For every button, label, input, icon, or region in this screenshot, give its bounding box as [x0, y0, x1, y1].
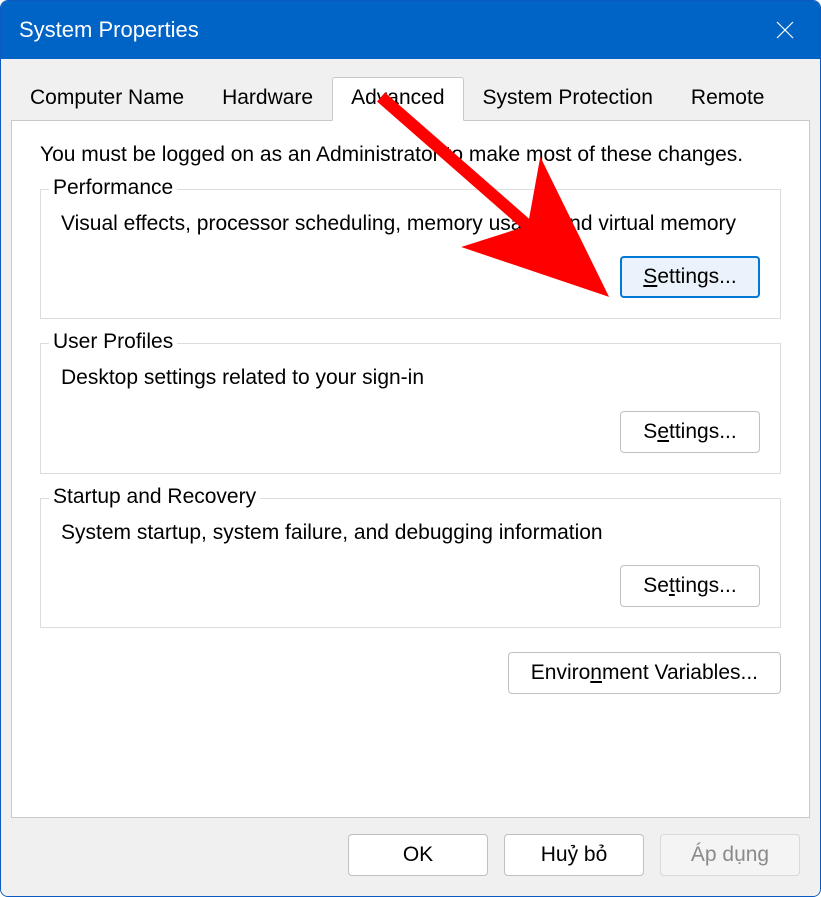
- performance-desc: Visual effects, processor scheduling, me…: [61, 210, 760, 238]
- startup-recovery-settings-button[interactable]: Settings...: [620, 565, 760, 607]
- performance-group: Performance Visual effects, processor sc…: [40, 189, 781, 319]
- cancel-button[interactable]: Huỷ bỏ: [504, 834, 644, 876]
- env-variables-row: Environment Variables...: [40, 652, 781, 694]
- user-profiles-legend: User Profiles: [49, 330, 177, 354]
- ok-button[interactable]: OK: [348, 834, 488, 876]
- tab-remote[interactable]: Remote: [672, 77, 784, 120]
- performance-button-row: Settings...: [61, 256, 760, 298]
- environment-variables-button[interactable]: Environment Variables...: [508, 652, 781, 694]
- advanced-panel: You must be logged on as an Administrato…: [11, 120, 810, 818]
- tab-computer-name[interactable]: Computer Name: [11, 77, 203, 120]
- tab-hardware[interactable]: Hardware: [203, 77, 332, 120]
- titlebar: System Properties: [1, 1, 820, 59]
- user-profiles-settings-button[interactable]: Settings...: [620, 411, 760, 453]
- system-properties-window: System Properties Computer Name Hardware…: [0, 0, 821, 897]
- admin-notice: You must be logged on as an Administrato…: [40, 143, 781, 167]
- tab-strip: Computer Name Hardware Advanced System P…: [11, 77, 810, 120]
- close-icon: [775, 20, 795, 40]
- user-profiles-group: User Profiles Desktop settings related t…: [40, 343, 781, 473]
- user-profiles-button-row: Settings...: [61, 411, 760, 453]
- startup-recovery-button-row: Settings...: [61, 565, 760, 607]
- tab-system-protection[interactable]: System Protection: [464, 77, 672, 120]
- close-button[interactable]: [750, 1, 820, 59]
- performance-settings-button[interactable]: Settings...: [620, 256, 760, 298]
- startup-recovery-desc: System startup, system failure, and debu…: [61, 519, 760, 547]
- tab-advanced[interactable]: Advanced: [332, 77, 463, 121]
- startup-recovery-group: Startup and Recovery System startup, sys…: [40, 498, 781, 628]
- content-area: Computer Name Hardware Advanced System P…: [1, 59, 820, 818]
- window-title: System Properties: [19, 17, 199, 43]
- user-profiles-desc: Desktop settings related to your sign-in: [61, 364, 760, 392]
- apply-button[interactable]: Áp dụng: [660, 834, 800, 876]
- dialog-footer: OK Huỷ bỏ Áp dụng: [1, 818, 820, 896]
- performance-legend: Performance: [49, 176, 177, 200]
- startup-recovery-legend: Startup and Recovery: [49, 485, 260, 509]
